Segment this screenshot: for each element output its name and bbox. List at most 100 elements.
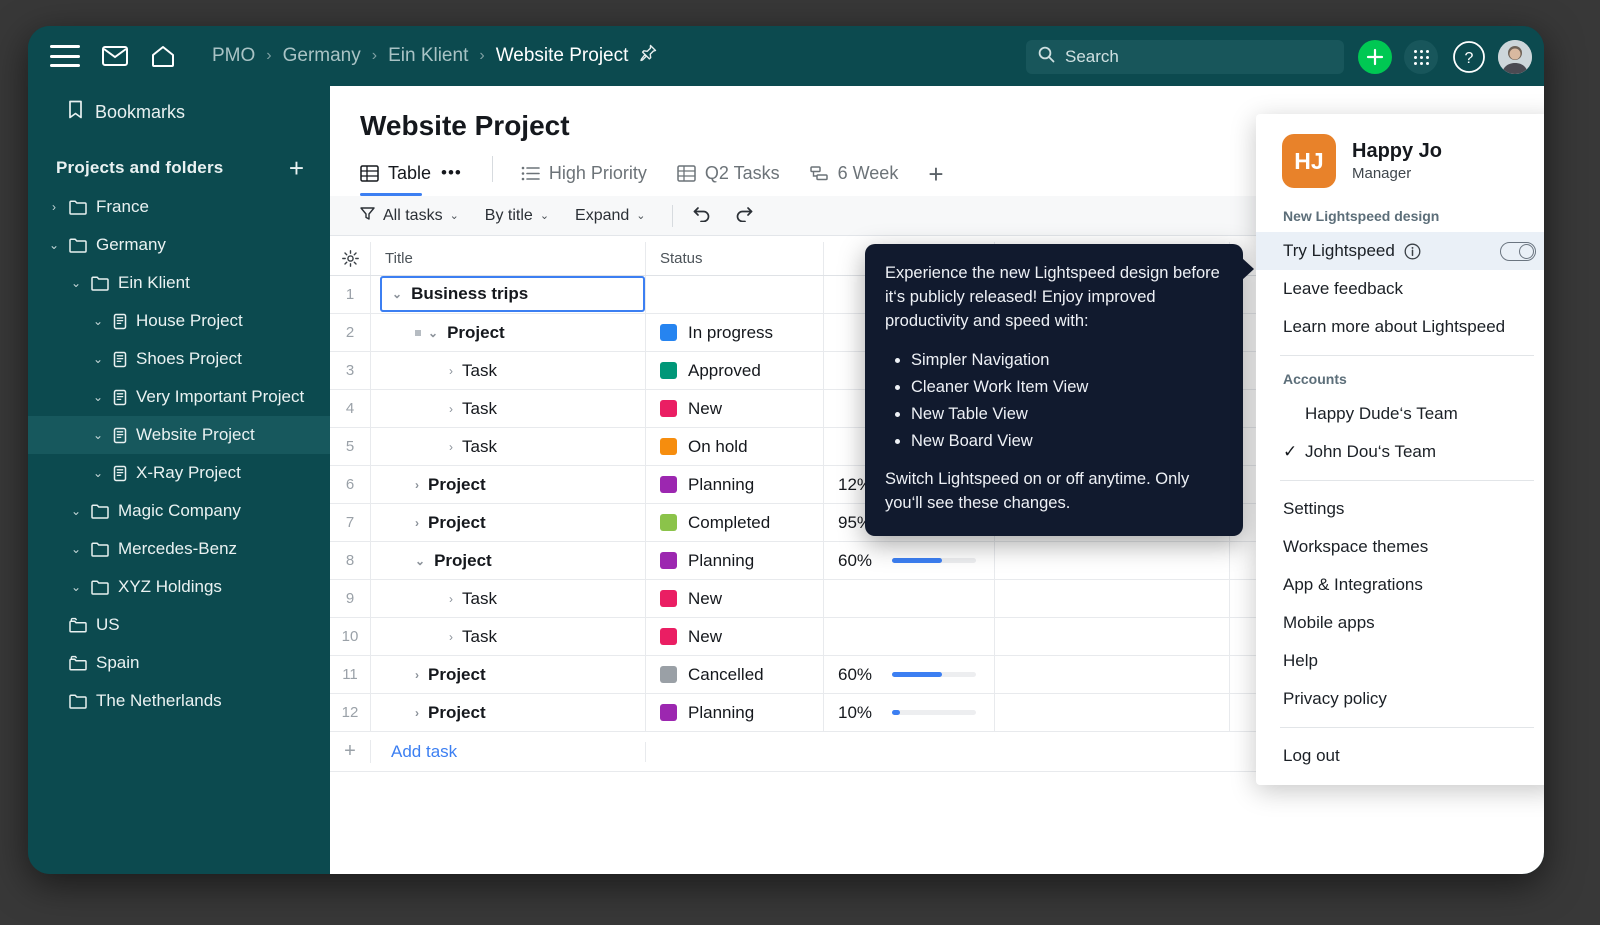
progress-cell[interactable]: 10% xyxy=(824,694,995,731)
status-cell[interactable]: Completed xyxy=(646,504,824,541)
tab-high-priority[interactable]: High Priority xyxy=(521,150,647,196)
row-expand-chevron-icon[interactable]: › xyxy=(449,592,453,606)
chevron-icon[interactable]: ⌄ xyxy=(68,542,84,556)
status-cell[interactable]: On hold xyxy=(646,428,824,465)
title-cell[interactable]: ›Project xyxy=(371,694,646,731)
expand-button[interactable]: Expand ⌄ xyxy=(575,207,645,225)
extra-cell[interactable] xyxy=(995,618,1230,655)
title-cell[interactable]: ›Task xyxy=(371,428,646,465)
tab-options-icon[interactable]: ••• xyxy=(441,163,462,183)
chevron-icon[interactable]: › xyxy=(46,200,62,214)
table-settings-button[interactable] xyxy=(330,242,371,275)
status-cell[interactable]: Cancelled xyxy=(646,656,824,693)
home-icon[interactable] xyxy=(150,44,176,68)
tab-6-week[interactable]: 6 Week xyxy=(810,150,899,196)
status-cell[interactable] xyxy=(646,276,824,313)
status-cell[interactable]: New xyxy=(646,580,824,617)
progress-cell[interactable] xyxy=(824,580,995,617)
sidebar-item-house-project[interactable]: ⌄House Project xyxy=(28,302,330,340)
breadcrumb-item-0[interactable]: PMO xyxy=(212,45,255,67)
row-expand-chevron-icon[interactable]: › xyxy=(415,478,419,492)
menu-item-log-out[interactable]: Log out xyxy=(1256,737,1544,775)
breadcrumb-item-3[interactable]: Website Project xyxy=(496,45,629,67)
sidebar-item-x-ray-project[interactable]: ⌄X-Ray Project xyxy=(28,454,330,492)
sort-by-title-button[interactable]: By title ⌄ xyxy=(485,207,549,225)
title-cell[interactable]: ⌄Project xyxy=(371,314,646,351)
mail-icon[interactable] xyxy=(102,46,128,66)
sidebar-item-bookmarks[interactable]: Bookmarks xyxy=(28,86,330,124)
menu-item-settings[interactable]: Settings xyxy=(1256,490,1544,528)
add-project-button[interactable]: + xyxy=(289,158,304,178)
status-cell[interactable]: New xyxy=(646,618,824,655)
sidebar-item-the-netherlands[interactable]: The Netherlands xyxy=(28,682,330,720)
status-cell[interactable]: Planning xyxy=(646,542,824,579)
info-icon[interactable] xyxy=(1404,243,1421,260)
row-expand-chevron-icon[interactable]: › xyxy=(415,516,419,530)
sidebar-item-us[interactable]: US xyxy=(28,606,330,644)
status-cell[interactable]: Planning xyxy=(646,694,824,731)
try-lightspeed-toggle[interactable] xyxy=(1500,242,1536,261)
selected-cell-outline[interactable]: ⌄Business trips xyxy=(380,276,645,312)
chevron-icon[interactable]: ⌄ xyxy=(90,314,106,328)
menu-item-app-integrations[interactable]: App & Integrations xyxy=(1256,566,1544,604)
progress-cell[interactable] xyxy=(824,618,995,655)
menu-item-help[interactable]: Help xyxy=(1256,642,1544,680)
help-icon[interactable]: ? xyxy=(1452,40,1486,74)
sidebar-item-spain[interactable]: Spain xyxy=(28,644,330,682)
extra-cell[interactable] xyxy=(995,694,1230,731)
chevron-icon[interactable]: ⌄ xyxy=(68,580,84,594)
menu-item-privacy-policy[interactable]: Privacy policy xyxy=(1256,680,1544,718)
row-expand-chevron-icon[interactable]: › xyxy=(449,364,453,378)
sidebar-item-magic-company[interactable]: ⌄Magic Company xyxy=(28,492,330,530)
progress-cell[interactable]: 60% xyxy=(824,656,995,693)
account-item[interactable]: ✓John Dou‘s Team xyxy=(1256,433,1544,471)
row-expand-chevron-icon[interactable]: › xyxy=(415,668,419,682)
menu-item-learn-more[interactable]: Learn more about Lightspeed xyxy=(1256,308,1544,346)
row-expand-chevron-icon[interactable]: › xyxy=(449,402,453,416)
user-menu-profile[interactable]: HJ Happy Jo Manager xyxy=(1256,114,1544,202)
breadcrumb-item-2[interactable]: Ein Klient xyxy=(388,45,468,67)
title-cell[interactable]: ⌄Business trips xyxy=(371,276,646,313)
sidebar-item-germany[interactable]: ⌄Germany xyxy=(28,226,330,264)
apps-grid-icon[interactable] xyxy=(1404,40,1438,74)
chevron-icon[interactable]: ⌄ xyxy=(46,238,62,252)
status-cell[interactable]: New xyxy=(646,390,824,427)
title-cell[interactable]: ›Task xyxy=(371,580,646,617)
hamburger-icon[interactable] xyxy=(50,45,80,67)
row-expand-chevron-icon[interactable]: › xyxy=(449,440,453,454)
chevron-icon[interactable]: ⌄ xyxy=(90,390,106,404)
sidebar-item-website-project[interactable]: ⌄Website Project xyxy=(28,416,330,454)
filter-all-tasks-button[interactable]: All tasks ⌄ xyxy=(360,206,459,226)
sidebar-item-ein-klient[interactable]: ⌄Ein Klient xyxy=(28,264,330,302)
menu-item-mobile-apps[interactable]: Mobile apps xyxy=(1256,604,1544,642)
sidebar-item-shoes-project[interactable]: ⌄Shoes Project xyxy=(28,340,330,378)
breadcrumb-item-1[interactable]: Germany xyxy=(283,45,361,67)
undo-icon[interactable] xyxy=(693,205,712,227)
redo-icon[interactable] xyxy=(734,205,753,227)
add-task-label[interactable]: Add task xyxy=(381,742,457,762)
column-header-status[interactable]: Status xyxy=(646,242,824,275)
tab-table[interactable]: Table ••• xyxy=(360,150,462,196)
progress-cell[interactable]: 60% xyxy=(824,542,995,579)
account-item[interactable]: Happy Dude‘s Team xyxy=(1256,395,1544,433)
chevron-icon[interactable]: ⌄ xyxy=(68,504,84,518)
column-header-title[interactable]: Title xyxy=(371,242,646,275)
chevron-icon[interactable]: ⌄ xyxy=(90,466,106,480)
sidebar-item-xyz-holdings[interactable]: ⌄XYZ Holdings xyxy=(28,568,330,606)
status-cell[interactable]: In progress xyxy=(646,314,824,351)
sidebar-item-france[interactable]: ›France xyxy=(28,188,330,226)
title-cell[interactable]: ›Task xyxy=(371,352,646,389)
add-task-plus-icon[interactable]: + xyxy=(330,740,371,763)
add-button[interactable] xyxy=(1358,40,1392,74)
extra-cell[interactable] xyxy=(995,656,1230,693)
title-cell[interactable]: ⌄Project xyxy=(371,542,646,579)
chevron-icon[interactable]: ⌄ xyxy=(68,276,84,290)
status-cell[interactable]: Planning xyxy=(646,466,824,503)
row-expand-chevron-icon[interactable]: ⌄ xyxy=(428,326,438,340)
tab-q2-tasks[interactable]: Q2 Tasks xyxy=(677,150,780,196)
sidebar-item-mercedes-benz[interactable]: ⌄Mercedes-Benz xyxy=(28,530,330,568)
menu-item-workspace-themes[interactable]: Workspace themes xyxy=(1256,528,1544,566)
title-cell[interactable]: ›Task xyxy=(371,618,646,655)
row-expand-chevron-icon[interactable]: › xyxy=(415,706,419,720)
search-input[interactable]: Search xyxy=(1026,40,1344,74)
